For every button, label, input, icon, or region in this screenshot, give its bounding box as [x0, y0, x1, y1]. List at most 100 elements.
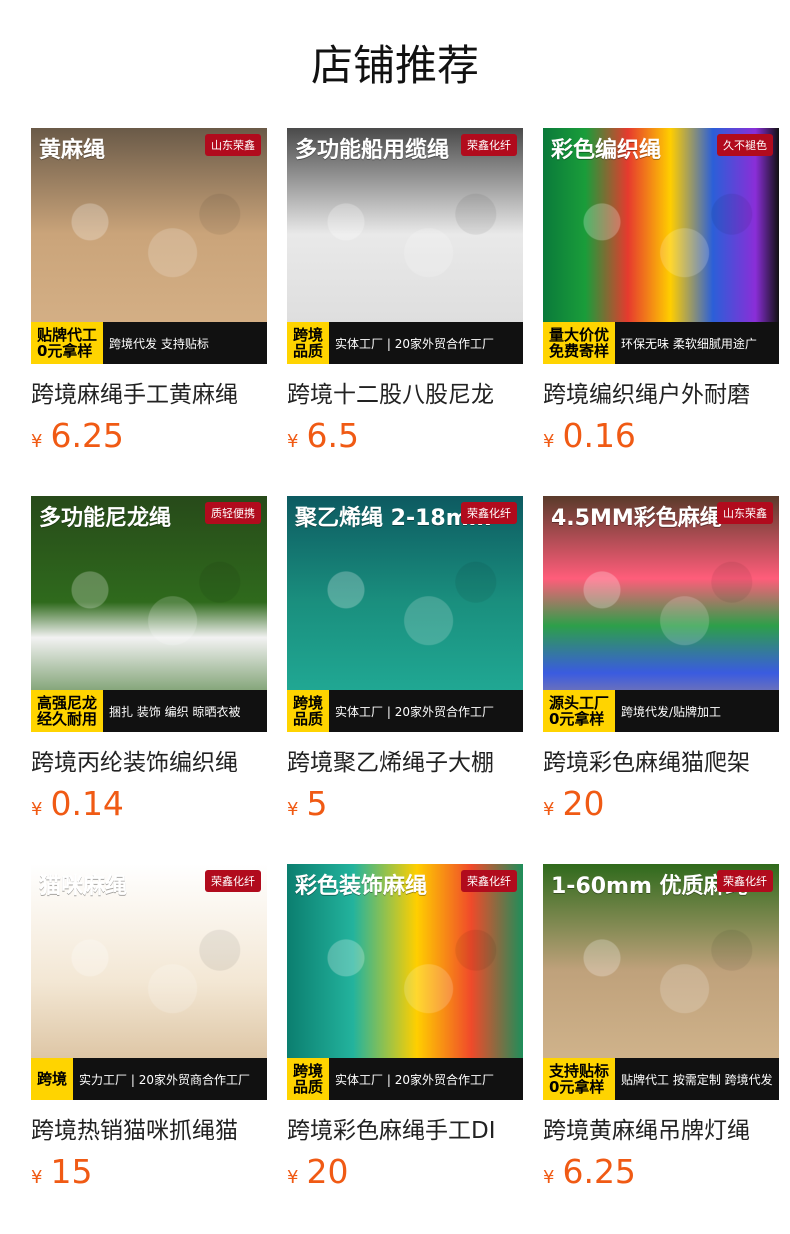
product-image-badge: 山东荣鑫 [205, 134, 261, 156]
product-image[interactable]: 多功能尼龙绳 质轻便携 高强尼龙 经久耐用 捆扎 装饰 编织 晾晒衣被 [31, 496, 267, 732]
product-image-rolls [543, 904, 779, 1058]
product-image-footer-text: 实力工厂 | 20家外贸商合作工厂 [79, 1072, 250, 1087]
product-title[interactable]: 跨境丙纶装饰编织绳 [31, 746, 267, 780]
product-image-footer: 贴牌代工 0元拿样 跨境代发 支持贴标 [31, 322, 267, 364]
product-title[interactable]: 跨境十二股八股尼龙 [287, 378, 523, 412]
product-image-footer-text: 实体工厂 | 20家外贸合作工厂 [335, 1072, 494, 1087]
product-image-rolls [31, 536, 267, 690]
product-image-footer-text: 跨境代发/贴牌加工 [621, 704, 722, 719]
currency-symbol: ¥ [31, 431, 43, 452]
product-card[interactable]: 多功能尼龙绳 质轻便携 高强尼龙 经久耐用 捆扎 装饰 编织 晾晒衣被 跨境丙纶装饰编织绳… [31, 496, 267, 828]
product-title[interactable]: 跨境彩色麻绳猫爬架 [543, 746, 779, 780]
price-value: 6.5 [306, 416, 359, 455]
price-value: 20 [306, 1152, 349, 1191]
product-price: ¥20 [543, 784, 779, 828]
product-price: ¥5 [287, 784, 523, 828]
product-image-footer-tag: 量大价优 免费寄样 [543, 322, 616, 364]
product-price: ¥15 [31, 1152, 267, 1196]
product-image-footer: 量大价优 免费寄样 环保无味 柔软细腻用途广 [543, 322, 779, 364]
product-image-rolls [287, 168, 523, 322]
product-image-footer-tag: 源头工厂 0元拿样 [543, 690, 616, 732]
product-image[interactable]: 彩色编织绳 久不褪色 量大价优 免费寄样 环保无味 柔软细腻用途广 [543, 128, 779, 364]
product-image-footer-text: 贴牌代工 按需定制 跨境代发 [621, 1072, 773, 1087]
product-image-badge: 久不褪色 [717, 134, 773, 156]
currency-symbol: ¥ [543, 431, 555, 452]
product-image-footer-text: 环保无味 柔软细腻用途广 [621, 336, 757, 351]
product-title[interactable]: 跨境彩色麻绳手工DI [287, 1114, 523, 1148]
product-image-footer-text: 跨境代发 支持贴标 [109, 336, 209, 351]
product-image-footer-tag: 贴牌代工 0元拿样 [31, 322, 104, 364]
product-card[interactable]: 1-60mm 优质麻绳 荣鑫化纤 支持贴标 0元拿样 贴牌代工 按需定制 跨境代发 跨境黄… [543, 864, 779, 1196]
product-card[interactable]: 4.5MM彩色麻绳 山东荣鑫 源头工厂 0元拿样 跨境代发/贴牌加工 跨境彩色麻绳猫爬架 ¥… [543, 496, 779, 828]
product-image-footer: 跨境 实力工厂 | 20家外贸商合作工厂 [31, 1058, 267, 1100]
product-image-footer-tag: 跨境 品质 [287, 690, 330, 732]
product-image-footer-tag: 跨境 品质 [287, 322, 330, 364]
product-title[interactable]: 跨境热销猫咪抓绳猫 [31, 1114, 267, 1148]
price-value: 15 [50, 1152, 93, 1191]
page-title: 店铺推荐 [310, 41, 479, 90]
product-image-rolls [287, 904, 523, 1058]
product-image-rolls [543, 536, 779, 690]
product-card[interactable]: 黄麻绳 山东荣鑫 贴牌代工 0元拿样 跨境代发 支持贴标 跨境麻绳手工黄麻绳 ¥6.25 [31, 128, 267, 460]
product-price: ¥6.25 [31, 416, 267, 460]
product-price: ¥6.5 [287, 416, 523, 460]
product-image-footer-tag: 支持贴标 0元拿样 [543, 1058, 616, 1100]
product-price: ¥0.14 [31, 784, 267, 828]
product-image-footer-text: 捆扎 装饰 编织 晾晒衣被 [109, 704, 241, 719]
product-card[interactable]: 猫咪麻绳 荣鑫化纤 跨境 实力工厂 | 20家外贸商合作工厂 跨境热销猫咪抓绳猫 ¥15 [31, 864, 267, 1196]
price-value: 6.25 [562, 1152, 636, 1191]
product-image-badge: 荣鑫化纤 [461, 502, 517, 524]
currency-symbol: ¥ [31, 1167, 43, 1188]
product-image[interactable]: 1-60mm 优质麻绳 荣鑫化纤 支持贴标 0元拿样 贴牌代工 按需定制 跨境代发 [543, 864, 779, 1100]
product-image-rolls [31, 168, 267, 322]
product-image-rolls [543, 168, 779, 322]
product-title[interactable]: 跨境编织绳户外耐磨 [543, 378, 779, 412]
product-price: ¥20 [287, 1152, 523, 1196]
price-value: 6.25 [50, 416, 124, 455]
product-card[interactable]: 多功能船用缆绳 荣鑫化纤 跨境 品质 实体工厂 | 20家外贸合作工厂 跨境十二股八股尼龙… [287, 128, 523, 460]
product-image-rolls [287, 536, 523, 690]
currency-symbol: ¥ [543, 1167, 555, 1188]
product-image-badge: 荣鑫化纤 [461, 134, 517, 156]
currency-symbol: ¥ [287, 1167, 299, 1188]
product-price: ¥6.25 [543, 1152, 779, 1196]
price-value: 0.16 [562, 416, 636, 455]
product-image[interactable]: 猫咪麻绳 荣鑫化纤 跨境 实力工厂 | 20家外贸商合作工厂 [31, 864, 267, 1100]
product-image[interactable]: 多功能船用缆绳 荣鑫化纤 跨境 品质 实体工厂 | 20家外贸合作工厂 [287, 128, 523, 364]
product-image-footer-tag: 高强尼龙 经久耐用 [31, 690, 104, 732]
product-image[interactable]: 黄麻绳 山东荣鑫 贴牌代工 0元拿样 跨境代发 支持贴标 [31, 128, 267, 364]
product-title[interactable]: 跨境黄麻绳吊牌灯绳 [543, 1114, 779, 1148]
product-image-footer: 源头工厂 0元拿样 跨境代发/贴牌加工 [543, 690, 779, 732]
currency-symbol: ¥ [287, 431, 299, 452]
currency-symbol: ¥ [287, 799, 299, 820]
price-value: 5 [306, 784, 328, 823]
product-image-footer: 跨境 品质 实体工厂 | 20家外贸合作工厂 [287, 1058, 523, 1100]
product-image-footer-text: 实体工厂 | 20家外贸合作工厂 [335, 704, 494, 719]
product-image-badge: 质轻便携 [205, 502, 261, 524]
product-image[interactable]: 聚乙烯绳 2-18mm 荣鑫化纤 跨境 品质 实体工厂 | 20家外贸合作工厂 [287, 496, 523, 732]
product-image-badge: 荣鑫化纤 [205, 870, 261, 892]
product-title[interactable]: 跨境麻绳手工黄麻绳 [31, 378, 267, 412]
price-value: 0.14 [50, 784, 124, 823]
product-card[interactable]: 彩色装饰麻绳 荣鑫化纤 跨境 品质 实体工厂 | 20家外贸合作工厂 跨境彩色麻绳手工DI… [287, 864, 523, 1196]
product-image[interactable]: 4.5MM彩色麻绳 山东荣鑫 源头工厂 0元拿样 跨境代发/贴牌加工 [543, 496, 779, 732]
product-card[interactable]: 彩色编织绳 久不褪色 量大价优 免费寄样 环保无味 柔软细腻用途广 跨境编织绳户外耐磨 ¥0… [543, 128, 779, 460]
product-image-footer: 高强尼龙 经久耐用 捆扎 装饰 编织 晾晒衣被 [31, 690, 267, 732]
product-image-footer: 跨境 品质 实体工厂 | 20家外贸合作工厂 [287, 322, 523, 364]
product-image-rolls [31, 904, 267, 1058]
product-image-footer-text: 实体工厂 | 20家外贸合作工厂 [335, 336, 494, 351]
currency-symbol: ¥ [543, 799, 555, 820]
price-value: 20 [562, 784, 605, 823]
product-price: ¥0.16 [543, 416, 779, 460]
product-card[interactable]: 聚乙烯绳 2-18mm 荣鑫化纤 跨境 品质 实体工厂 | 20家外贸合作工厂 跨境聚乙烯… [287, 496, 523, 828]
product-image-footer: 跨境 品质 实体工厂 | 20家外贸合作工厂 [287, 690, 523, 732]
product-image-badge: 荣鑫化纤 [717, 870, 773, 892]
product-image-badge: 荣鑫化纤 [461, 870, 517, 892]
currency-symbol: ¥ [31, 799, 43, 820]
product-image-badge: 山东荣鑫 [717, 502, 773, 524]
product-image[interactable]: 彩色装饰麻绳 荣鑫化纤 跨境 品质 实体工厂 | 20家外贸合作工厂 [287, 864, 523, 1100]
product-image-footer-tag: 跨境 [31, 1058, 74, 1100]
product-image-footer-tag: 跨境 品质 [287, 1058, 330, 1100]
product-image-footer: 支持贴标 0元拿样 贴牌代工 按需定制 跨境代发 [543, 1058, 779, 1100]
product-title[interactable]: 跨境聚乙烯绳子大棚 [287, 746, 523, 780]
